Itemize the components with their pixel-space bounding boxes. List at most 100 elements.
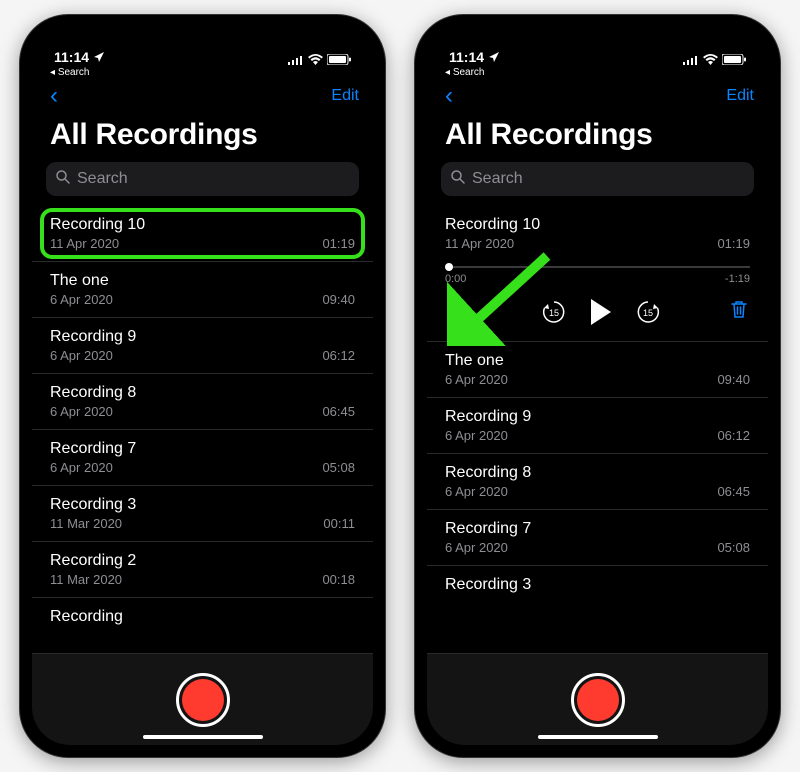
edit-button[interactable]: Edit [331, 87, 359, 105]
search-input[interactable]: Search [46, 162, 359, 196]
edit-button[interactable]: Edit [726, 87, 754, 105]
recording-duration: 01:19 [322, 236, 355, 251]
status-back-label[interactable]: ◂ Search [32, 67, 373, 78]
recording-duration: 00:18 [322, 572, 355, 587]
home-indicator[interactable] [538, 735, 658, 739]
recording-row[interactable]: Recording 8 6 Apr 2020 06:45 [32, 374, 373, 430]
recording-duration: 09:40 [717, 372, 750, 387]
playback-controls: ••• 15 15 [445, 299, 750, 331]
recording-row[interactable]: Recording 10 11 Apr 2020 01:19 [32, 206, 373, 262]
recording-date: 6 Apr 2020 [445, 484, 508, 499]
recording-date: 6 Apr 2020 [50, 348, 113, 363]
recording-name: Recording 10 [445, 216, 750, 234]
trash-icon[interactable] [730, 299, 748, 325]
skip-forward-15-icon[interactable]: 15 [635, 299, 661, 325]
recording-name: Recording 10 [50, 216, 355, 234]
recording-date: 11 Apr 2020 [50, 236, 119, 251]
recording-row[interactable]: The one 6 Apr 2020 09:40 [32, 262, 373, 318]
recording-date: 11 Apr 2020 [445, 236, 514, 251]
location-icon [93, 51, 105, 63]
arrow-annotation-icon [447, 246, 567, 346]
recording-name: Recording 7 [50, 440, 355, 458]
svg-text:15: 15 [548, 308, 558, 318]
recording-row-expanded[interactable]: Recording 10 11 Apr 2020 01:19 0:00 -1:19… [427, 206, 768, 342]
record-button[interactable] [571, 673, 625, 727]
recording-date: 6 Apr 2020 [445, 372, 508, 387]
battery-icon [722, 54, 746, 65]
phone-left: 11:14 ◂ Search ‹ Edit All Recordings Sea… [20, 15, 385, 757]
search-icon [451, 170, 465, 188]
recording-row[interactable]: Recording 8 6 Apr 2020 06:45 [427, 454, 768, 510]
phone-left-screen: 11:14 ◂ Search ‹ Edit All Recordings Sea… [32, 27, 373, 745]
playback-scrubber[interactable] [445, 263, 750, 271]
record-button[interactable] [176, 673, 230, 727]
recording-duration: 05:08 [322, 460, 355, 475]
signal-icon [683, 55, 699, 65]
recording-name: Recording 7 [445, 520, 750, 538]
recording-name: Recording 8 [50, 384, 355, 402]
scrubber-track-icon [445, 266, 750, 268]
recording-row[interactable]: Recording 7 6 Apr 2020 05:08 [32, 430, 373, 486]
battery-icon [327, 54, 351, 65]
page-title: All Recordings [32, 116, 373, 162]
recording-duration: 00:11 [323, 516, 355, 531]
recording-list[interactable]: Recording 10 11 Apr 2020 01:19 The one 6 … [32, 206, 373, 653]
search-placeholder: Search [472, 170, 523, 188]
home-indicator[interactable] [143, 735, 263, 739]
page-title: All Recordings [427, 116, 768, 162]
recording-name: The one [445, 352, 750, 370]
more-options-icon[interactable]: ••• [447, 301, 471, 324]
recording-row[interactable]: Recording 7 6 Apr 202005:08 [427, 510, 768, 566]
search-input[interactable]: Search [441, 162, 754, 196]
notch-icon [518, 27, 678, 53]
recording-row[interactable]: Recording 9 6 Apr 2020 06:12 [427, 398, 768, 454]
recording-date: 6 Apr 2020 [50, 404, 113, 419]
status-time: 11:14 [54, 49, 89, 65]
signal-icon [288, 55, 304, 65]
nav-bar: ‹ Edit [32, 78, 373, 116]
back-chevron-icon[interactable]: ‹ [441, 82, 453, 110]
record-dot-icon [182, 679, 224, 721]
recording-duration: 09:40 [322, 292, 355, 307]
recording-name: The one [50, 272, 355, 290]
skip-back-15-icon[interactable]: 15 [541, 299, 567, 325]
recording-duration: 06:45 [717, 484, 750, 499]
recording-duration: 06:45 [322, 404, 355, 419]
recording-row[interactable]: The one 6 Apr 2020 09:40 [427, 342, 768, 398]
recording-date: 6 Apr 2020 [50, 292, 113, 307]
back-chevron-icon[interactable]: ‹ [46, 82, 58, 110]
recording-date: 6 Apr 2020 [445, 428, 508, 443]
recording-list[interactable]: Recording 10 11 Apr 2020 01:19 0:00 -1:19… [427, 206, 768, 653]
recording-row[interactable]: Recording 2 11 Mar 2020 00:18 [32, 542, 373, 598]
record-dot-icon [577, 679, 619, 721]
record-bar [427, 653, 768, 745]
recording-date: 6 Apr 2020 [50, 460, 113, 475]
status-back-label[interactable]: ◂ Search [427, 67, 768, 78]
play-icon[interactable] [591, 299, 611, 325]
recording-row[interactable]: Recording [32, 598, 373, 636]
elapsed-time: 0:00 [445, 273, 466, 285]
recording-duration: 06:12 [717, 428, 750, 443]
notch-icon [123, 27, 283, 53]
recording-duration: 01:19 [717, 236, 750, 251]
recording-name: Recording 9 [50, 328, 355, 346]
recording-date: 11 Mar 2020 [50, 516, 122, 531]
search-placeholder: Search [77, 170, 128, 188]
search-icon [56, 170, 70, 188]
status-time: 11:14 [449, 49, 484, 65]
recording-row[interactable]: Recording 3 11 Mar 2020 00:11 [32, 486, 373, 542]
recording-name: Recording 3 [50, 496, 355, 514]
recording-name: Recording 2 [50, 552, 355, 570]
remaining-time: -1:19 [725, 273, 750, 285]
recording-name: Recording 9 [445, 408, 750, 426]
recording-name: Recording 8 [445, 464, 750, 482]
recording-row[interactable]: Recording 3 [427, 566, 768, 604]
svg-text:15: 15 [642, 308, 652, 318]
phone-right: 11:14 ◂ Search ‹ Edit All Recordings Sea… [415, 15, 780, 757]
recording-date: 11 Mar 2020 [50, 572, 122, 587]
scrubber-knob-icon[interactable] [445, 263, 453, 271]
recording-row[interactable]: Recording 9 6 Apr 2020 06:12 [32, 318, 373, 374]
recording-name: Recording [50, 608, 355, 626]
recording-duration: 06:12 [322, 348, 355, 363]
recording-name: Recording 3 [445, 576, 750, 594]
